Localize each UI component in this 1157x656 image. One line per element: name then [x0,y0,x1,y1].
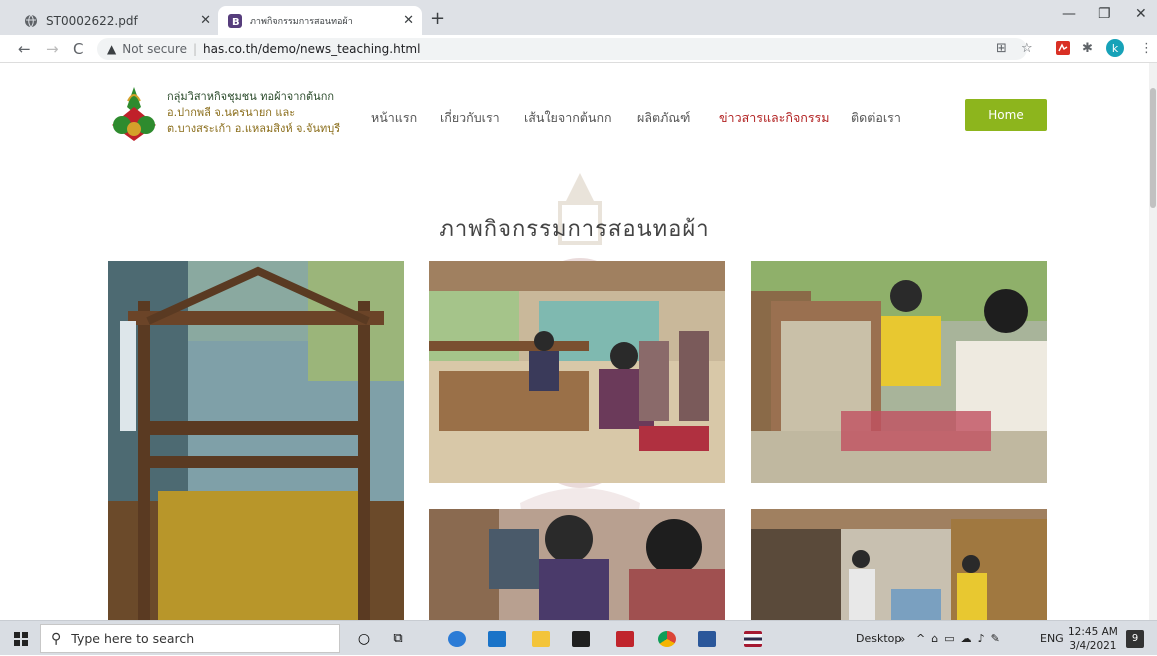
brand-line-1: กลุ่มวิสาหกิจชุมชน ทอผ้าจากต้นกก [167,90,335,103]
action-center-icon[interactable]: 9 [1126,621,1144,656]
clock-time: 12:45 AM [1068,625,1118,638]
windows-taskbar: ⚲ Type here to search ○ ⧉ Desktop » ^ ⌂ … [0,620,1157,655]
close-window-button[interactable]: ✕ [1135,6,1147,22]
toolbar: ← → C ▲ Not secure | has.co.th/demo/news… [0,35,1157,63]
tab-pdf[interactable]: ST0002622.pdf ✕ [14,6,219,35]
warning-icon: ▲ [107,42,117,56]
close-tab-icon[interactable]: ✕ [403,13,414,28]
taskbar-search-input[interactable]: ⚲ Type here to search [40,624,340,653]
weaving-class-photo-3[interactable] [751,261,1047,483]
chrome-icon[interactable] [650,621,684,656]
bookmark-star-icon[interactable]: ☆ [1021,41,1033,56]
minimize-button[interactable]: — [1062,6,1076,22]
close-tab-icon[interactable]: ✕ [200,13,211,28]
loom-photo-1[interactable] [108,261,404,620]
forward-button[interactable]: → [46,40,59,58]
onedrive-icon[interactable]: ☁ [961,632,972,645]
search-placeholder: Type here to search [71,631,195,646]
nav-fiber[interactable]: เส้นใยจากต้นกก [524,108,612,128]
weaving-class-photo-4[interactable] [429,509,725,620]
security-label: Not secure [122,42,187,56]
edge-icon[interactable] [440,621,474,656]
pen-icon[interactable]: ✎ [991,632,1000,645]
brand-line-2: อ.ปากพลี จ.นครนายก และ [167,106,296,119]
desktop-toolbar[interactable]: Desktop [856,621,901,656]
battery-icon[interactable]: ▭ [944,632,954,645]
show-hidden-icons-icon[interactable]: ^ [916,632,925,645]
mail-icon[interactable] [480,621,514,656]
page-title: ภาพกิจกรรมการสอนทอผ้า [439,217,710,242]
globe-icon [24,14,38,28]
web-page: กลุ่มวิสาหกิจชุมชน ทอผ้าจากต้นกก อ.ปากพล… [0,63,1149,620]
url-text: has.co.th/demo/news_teaching.html [203,42,421,56]
tab-title: ภาพกิจกรรมการสอนทอผ้า [250,16,353,27]
home-button[interactable]: Home [965,99,1047,131]
pdf-extension-icon[interactable] [1056,41,1070,59]
address-bar[interactable]: ▲ Not secure | has.co.th/demo/news_teach… [97,38,1027,60]
network-icon[interactable]: ⌂ [931,632,938,645]
nav-contact[interactable]: ติดต่อเรา [851,108,901,128]
cortana-icon[interactable]: ○ [350,621,378,656]
nav-about[interactable]: เกี่ยวกับเรา [440,108,500,128]
site-brand: กลุ่มวิสาหกิจชุมชน ทอผ้าจากต้นกก อ.ปากพล… [167,89,340,137]
tab-title: ST0002622.pdf [46,13,138,28]
windows-start-icon[interactable] [10,621,32,656]
word-icon[interactable] [690,621,724,656]
tab-news-teaching[interactable]: B ภาพกิจกรรมการสอนทอผ้า ✕ [218,6,422,35]
divider: | [192,42,198,56]
site-logo[interactable] [108,85,160,143]
bootstrap-icon: B [228,13,242,28]
scrollbar-thumb[interactable] [1150,88,1156,208]
nav-home[interactable]: หน้าแรก [371,108,417,128]
new-tab-button[interactable]: + [430,8,445,29]
weaving-class-photo-5[interactable] [751,509,1047,620]
clock-date: 3/4/2021 [1069,639,1117,652]
weaving-class-photo-2[interactable] [429,261,725,483]
search-icon: ⚲ [51,630,62,647]
file-explorer-icon[interactable] [524,621,558,656]
menu-kebab-icon[interactable]: ⋮ [1140,41,1153,56]
svg-text:B: B [232,17,240,28]
notification-count: 9 [1126,629,1144,648]
back-button[interactable]: ← [18,40,31,58]
translate-icon[interactable]: ⊞ [996,41,1007,56]
restore-button[interactable]: ❐ [1098,6,1111,22]
nav-news[interactable]: ข่าวสารและกิจกรรม [719,108,830,128]
tab-strip: ST0002622.pdf ✕ B ภาพกิจกรรมการสอนทอผ้า … [0,0,1157,35]
reload-button[interactable]: C [73,40,83,58]
store-icon[interactable] [564,621,598,656]
language-indicator[interactable]: ENG [1040,621,1064,656]
extensions-puzzle-icon[interactable]: ✱ [1082,41,1093,56]
clock[interactable]: 12:45 AM 3/4/2021 [1068,621,1118,656]
expand-toolbar-icon[interactable]: » [898,621,905,656]
flag-app-icon[interactable] [736,621,770,656]
profile-avatar[interactable]: k [1106,39,1124,57]
nav-products[interactable]: ผลิตภัณฑ์ [637,108,690,128]
task-view-icon[interactable]: ⧉ [384,621,412,656]
brand-line-3: ต.บางสระเก้า อ.แหลมสิงห์ จ.จันทบุรี [167,122,341,135]
gift-app-icon[interactable] [608,621,642,656]
page-scrollbar[interactable] [1149,63,1157,620]
volume-icon[interactable]: ♪ [978,632,985,645]
system-tray: ^ ⌂ ▭ ☁ ♪ ✎ [916,621,1000,656]
